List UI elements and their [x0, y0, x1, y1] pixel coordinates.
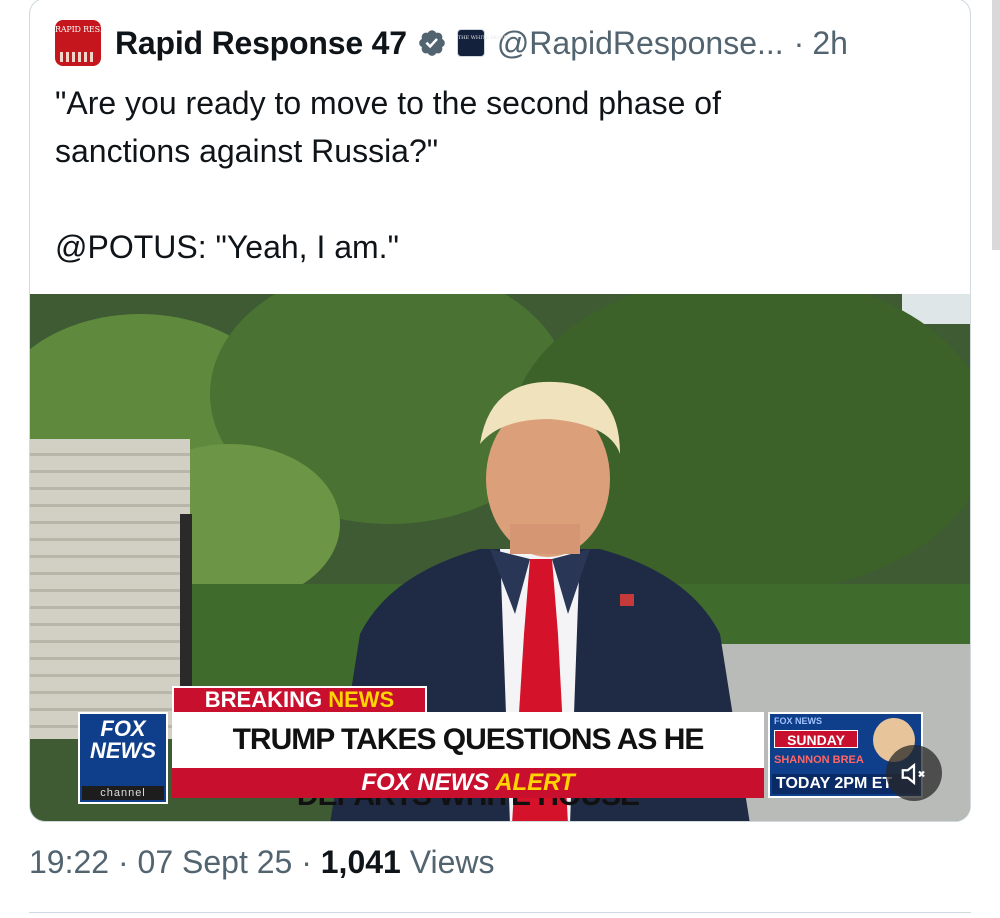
stone-stairs [30, 439, 190, 739]
fox-logo-line2: NEWS [90, 738, 156, 763]
fox-logo-channel: channel [82, 786, 164, 800]
affiliate-badge-icon[interactable]: THE WHITE HOUSE [456, 29, 511, 57]
verified-badge-icon [419, 30, 445, 56]
tweet-metadata: 19:22 · 07 Sept 25 · 1,041 Views [29, 844, 495, 881]
post-time[interactable]: 19:22 [29, 844, 109, 880]
separator-dot: · [793, 24, 805, 61]
promo-network: FOX NEWS [774, 716, 823, 726]
quoted-tweet-card[interactable]: RAPID RESPONSE Rapid Response 47 THE WHI… [29, 0, 971, 822]
quoted-tweet-text: "Are you ready to move to the second pha… [55, 85, 721, 265]
avatar-columns-graphic [60, 52, 96, 62]
fox-logo-text: FOX NEWS [80, 718, 166, 762]
meta-separator: · [117, 844, 129, 880]
alert-brand: FOX NEWS [361, 769, 490, 796]
alert-bar: FOX NEWS ALERT [172, 768, 764, 798]
headline-chyron: TRUMP TAKES QUESTIONS AS HE DEPARTS WHIT… [172, 712, 764, 812]
views-count[interactable]: 1,041 [321, 844, 401, 880]
quoted-tweet-header: RAPID RESPONSE Rapid Response 47 THE WHI… [55, 20, 955, 66]
avatar[interactable]: RAPID RESPONSE [55, 20, 101, 66]
views-label: Views [409, 844, 495, 880]
mute-button[interactable] [886, 745, 942, 801]
user-handle[interactable]: @RapidResponse... [497, 25, 784, 62]
promo-host: SHANNON BREA [774, 754, 864, 766]
promo-show: SUNDAY [774, 730, 858, 748]
alert-word: ALERT [495, 769, 575, 796]
avatar-logo-text: RAPID RESPONSE [55, 25, 101, 34]
video-player[interactable]: BREAKING NEWS FOX NEWS channel TRUMP TAK… [30, 294, 970, 821]
breaking-word: BREAKING [204, 687, 323, 712]
post-date[interactable]: 07 Sept 25 [138, 844, 293, 880]
tweet-time[interactable]: 2h [812, 25, 848, 62]
speaker-muted-icon [901, 763, 925, 786]
display-name[interactable]: Rapid Response 47 [115, 25, 407, 62]
page-scrollbar[interactable] [992, 0, 1000, 250]
fox-logo-line1: FOX [100, 716, 146, 741]
meta-separator: · [301, 844, 312, 880]
stair-railing [180, 514, 192, 694]
news-word: NEWS [328, 687, 395, 712]
fox-news-logo: FOX NEWS channel [78, 712, 168, 804]
affiliate-badge-text: THE WHITE HOUSE [457, 35, 511, 41]
divider [29, 912, 971, 913]
breaking-news-label: BREAKING NEWS [172, 686, 427, 714]
